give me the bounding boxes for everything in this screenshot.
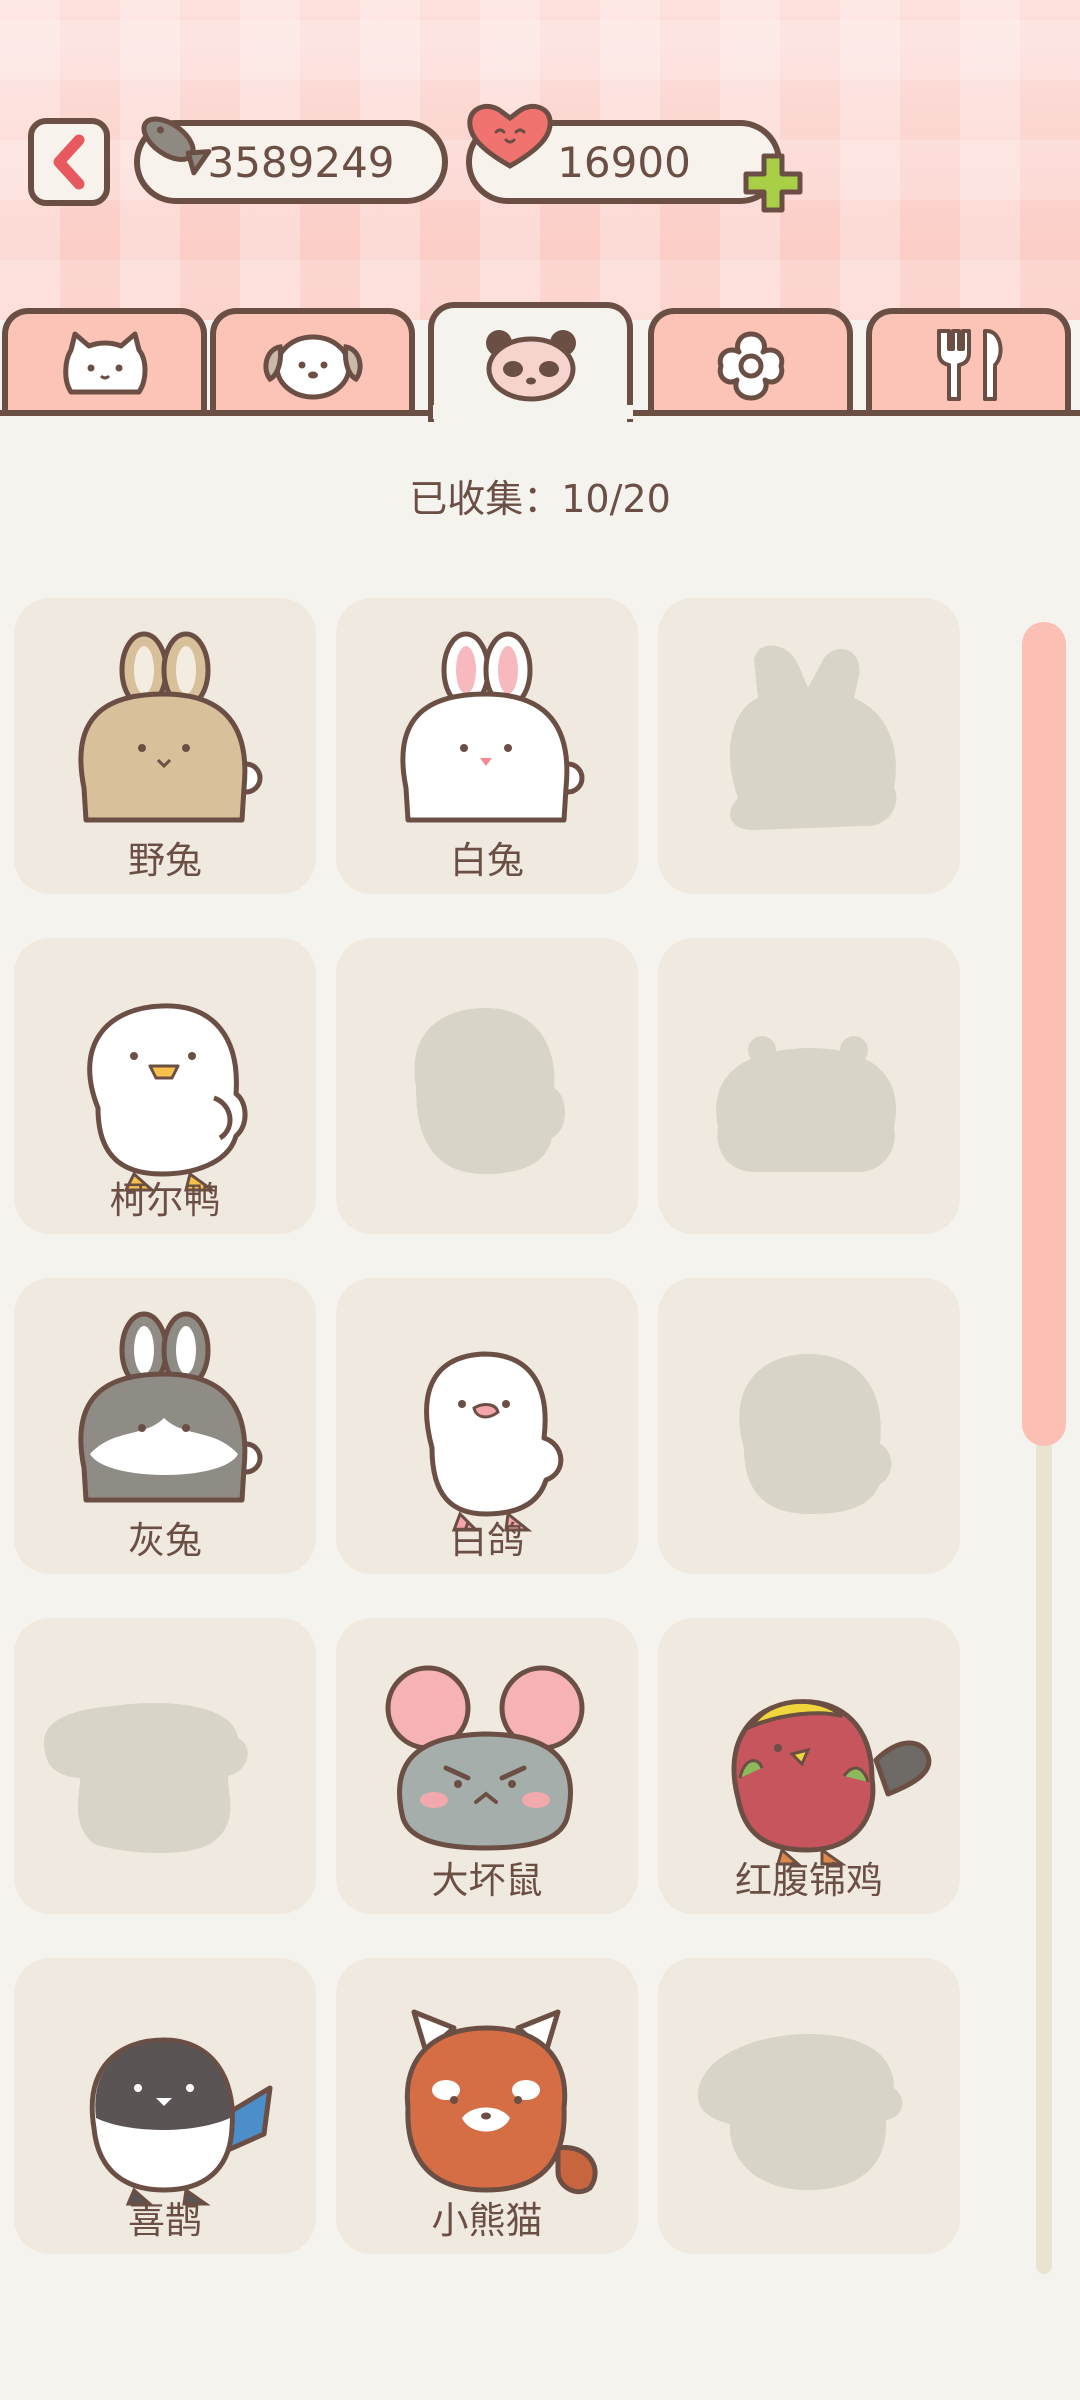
locked-animal-silhouette bbox=[414, 1008, 565, 1174]
tab-flower[interactable] bbox=[648, 308, 853, 416]
animal-card-locked[interactable] bbox=[658, 938, 960, 1234]
top-bar: 3589249 16900 bbox=[0, 0, 1080, 320]
animal-card-call-duck[interactable]: 柯尔鸭 bbox=[14, 938, 316, 1234]
animal-name: 野兔 bbox=[128, 839, 202, 882]
heart-icon bbox=[467, 103, 553, 169]
animal-card-wild-rabbit[interactable]: 野兔 bbox=[14, 598, 316, 894]
fish-icon bbox=[141, 116, 212, 176]
locked-animal-silhouette bbox=[729, 645, 897, 830]
animal-name: 柯尔鸭 bbox=[109, 1179, 221, 1222]
fish-count: 3589249 bbox=[207, 137, 395, 187]
animal-card-golden-pheasant[interactable]: 红腹锦鸡 bbox=[658, 1618, 960, 1914]
animal-card-red-panda[interactable]: 小熊猫 bbox=[336, 1958, 638, 2254]
animal-card-magpie[interactable]: 喜鹊 bbox=[14, 1958, 316, 2254]
animal-name: 灰兔 bbox=[128, 1519, 202, 1562]
panda-face-icon bbox=[485, 330, 576, 402]
animal-card-white-pigeon[interactable]: 白鸽 bbox=[336, 1278, 638, 1574]
tab-cutlery[interactable] bbox=[866, 308, 1071, 416]
animal-name: 红腹锦鸡 bbox=[735, 1859, 883, 1902]
dog-face-icon bbox=[262, 334, 363, 400]
tab-panda[interactable] bbox=[428, 302, 633, 422]
locked-animal-silhouette bbox=[739, 1354, 892, 1514]
animal-name: 白鸽 bbox=[450, 1519, 524, 1562]
tab-cat[interactable] bbox=[2, 308, 207, 416]
animal-card-big-bad-rat[interactable]: 大坏鼠 bbox=[336, 1618, 638, 1914]
cutlery-icon bbox=[936, 329, 1003, 401]
animal-name: 白兔 bbox=[450, 839, 524, 882]
animal-name: 喜鹊 bbox=[128, 2199, 202, 2242]
animal-card-locked[interactable] bbox=[336, 938, 638, 1234]
back-arrow-icon bbox=[53, 134, 85, 190]
scrollbar-thumb[interactable] bbox=[1022, 622, 1066, 1446]
animal-card-grey-rabbit[interactable]: 灰兔 bbox=[14, 1278, 316, 1574]
tab-dog[interactable] bbox=[210, 308, 415, 416]
locked-animal-silhouette bbox=[44, 1702, 248, 1854]
animal-card-locked[interactable] bbox=[658, 1278, 960, 1574]
locked-animal-silhouette bbox=[716, 1036, 896, 1172]
locked-animal-silhouette bbox=[698, 2034, 903, 2190]
animal-card-locked[interactable] bbox=[658, 1958, 960, 2254]
add-hearts-button[interactable] bbox=[740, 150, 806, 216]
flower-icon bbox=[717, 331, 784, 401]
heart-count: 16900 bbox=[557, 137, 691, 187]
animal-card-locked[interactable] bbox=[14, 1618, 316, 1914]
animal-card-white-rabbit[interactable]: 白兔 bbox=[336, 598, 638, 894]
animal-name: 大坏鼠 bbox=[431, 1859, 543, 1902]
animal-name: 小熊猫 bbox=[431, 2199, 543, 2242]
category-tabs bbox=[0, 300, 1080, 422]
collection-progress: 已收集：10/20 bbox=[409, 477, 671, 521]
cat-face-icon bbox=[62, 331, 147, 395]
back-button[interactable] bbox=[28, 118, 110, 206]
animal-card-locked[interactable] bbox=[658, 598, 960, 894]
